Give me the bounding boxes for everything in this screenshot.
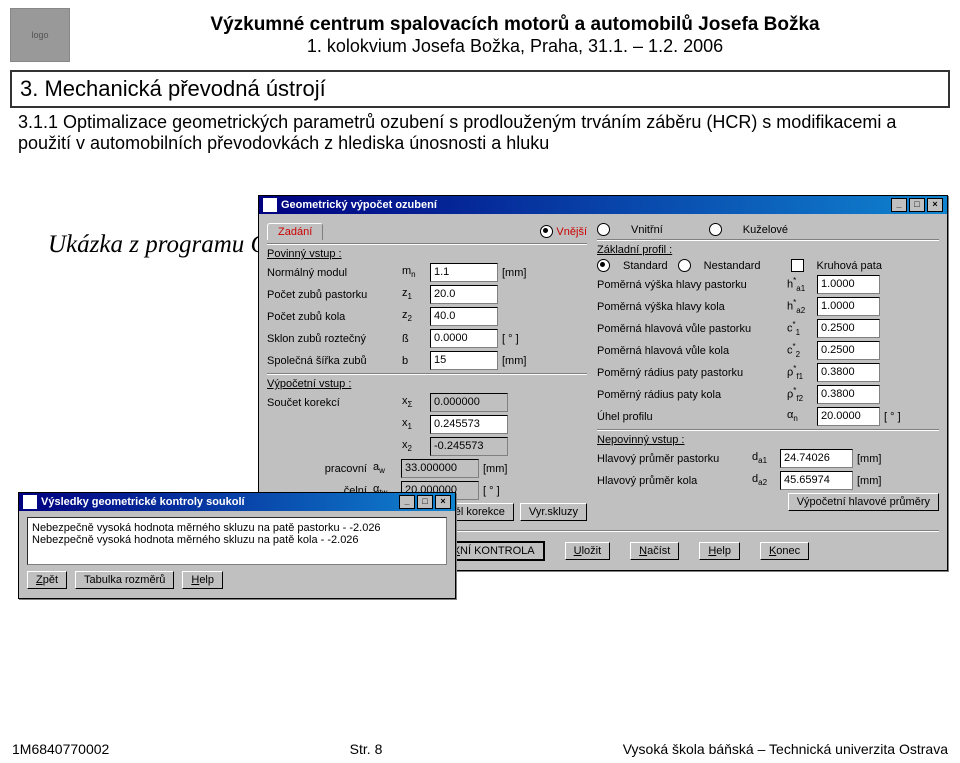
results-titlebar[interactable]: Výsledky geometrické kontroly soukolí _ … bbox=[19, 493, 455, 511]
btn-ulozit[interactable]: Uložit bbox=[565, 542, 611, 560]
tab-zadani[interactable]: Zadání bbox=[267, 223, 323, 240]
btn-nacist[interactable]: Načíst bbox=[630, 542, 679, 560]
close-button[interactable]: × bbox=[435, 495, 451, 509]
input-c2[interactable]: 0.2500 bbox=[817, 341, 880, 360]
btn-help-results[interactable]: Help bbox=[182, 571, 223, 589]
input-alphan[interactable]: 20.0000 bbox=[817, 407, 880, 426]
btn-vyr-skluzy[interactable]: Vyr.skluzy bbox=[520, 503, 587, 521]
main-titlebar[interactable]: Geometrický výpočet ozubení _ □ × bbox=[259, 196, 947, 214]
close-button[interactable]: × bbox=[927, 198, 943, 212]
btn-zpet[interactable]: Zpět bbox=[27, 571, 67, 589]
radio-vnitrni[interactable] bbox=[597, 223, 610, 236]
subsection-text: 3.1.1 Optimalizace geometrických paramet… bbox=[18, 112, 942, 154]
app-icon bbox=[23, 495, 37, 509]
povinny-vstup-label: Povinný vstup : bbox=[267, 248, 587, 260]
input-x2[interactable]: -0.245573 bbox=[430, 437, 508, 456]
minimize-button[interactable]: _ bbox=[399, 495, 415, 509]
radio-nestandard[interactable] bbox=[678, 259, 691, 272]
zakladni-profil-label: Základní profil : bbox=[597, 244, 939, 256]
results-window-title: Výsledky geometrické kontroly soukolí bbox=[41, 496, 245, 508]
radio-vnejsi[interactable] bbox=[540, 225, 553, 238]
input-da2[interactable]: 45.65974 bbox=[780, 471, 853, 490]
input-c1[interactable]: 0.2500 bbox=[817, 319, 880, 338]
input-z1[interactable]: 20.0 bbox=[430, 285, 498, 304]
input-z2[interactable]: 40.0 bbox=[430, 307, 498, 326]
header-title: Výzkumné centrum spalovacích motorů a au… bbox=[80, 14, 950, 36]
results-window: Výsledky geometrické kontroly soukolí _ … bbox=[18, 492, 456, 599]
input-b[interactable]: 15 bbox=[430, 351, 498, 370]
input-rf1[interactable]: 0.3800 bbox=[817, 363, 880, 382]
btn-help[interactable]: Help bbox=[699, 542, 740, 560]
input-rf2[interactable]: 0.3800 bbox=[817, 385, 880, 404]
section-title: 3. Mechanická převodná ústrojí bbox=[10, 70, 950, 108]
app-icon bbox=[263, 198, 277, 212]
results-line-2: Nebezpečně vysoká hodnota měrného skluzu… bbox=[32, 534, 442, 546]
footer-mid: Str. 8 bbox=[350, 741, 383, 757]
input-aw[interactable]: 33.000000 bbox=[401, 459, 479, 478]
logo-image: logo bbox=[10, 8, 70, 62]
check-kruhova-pata[interactable] bbox=[791, 259, 804, 272]
input-x1[interactable]: 0.245573 bbox=[430, 415, 508, 434]
footer-left: 1M6840770002 bbox=[12, 741, 109, 757]
btn-tabulka-rozmeru[interactable]: Tabulka rozměrů bbox=[75, 571, 174, 589]
input-ha1[interactable]: 1.0000 bbox=[817, 275, 880, 294]
radio-kuzelove[interactable] bbox=[709, 223, 722, 236]
radio-standard[interactable] bbox=[597, 259, 610, 272]
minimize-button[interactable]: _ bbox=[891, 198, 907, 212]
footer-right: Vysoká škola báňská – Technická univerzi… bbox=[623, 741, 948, 757]
maximize-button[interactable]: □ bbox=[417, 495, 433, 509]
maximize-button[interactable]: □ bbox=[909, 198, 925, 212]
header-subtitle: 1. kolokvium Josefa Božka, Praha, 31.1. … bbox=[80, 36, 950, 57]
results-line-1: Nebezpečně vysoká hodnota měrného skluzu… bbox=[32, 522, 442, 534]
input-mn[interactable]: 1.1 bbox=[430, 263, 498, 282]
input-beta[interactable]: 0.0000 bbox=[430, 329, 498, 348]
vypocetni-vstup-label: Výpočetní vstup : bbox=[267, 378, 587, 390]
page-header: logo Výzkumné centrum spalovacích motorů… bbox=[0, 0, 960, 62]
page-footer: 1M6840770002 Str. 8 Vysoká škola báňská … bbox=[0, 741, 960, 757]
input-xsum[interactable]: 0.000000 bbox=[430, 393, 508, 412]
main-window-title: Geometrický výpočet ozubení bbox=[281, 199, 437, 211]
input-ha2[interactable]: 1.0000 bbox=[817, 297, 880, 316]
btn-konec[interactable]: Konec bbox=[760, 542, 809, 560]
input-da1[interactable]: 24.74026 bbox=[780, 449, 853, 468]
btn-vypocetni-hlavove[interactable]: Výpočetní hlavové průměry bbox=[788, 493, 939, 511]
nepovinny-vstup-label: Nepovinný vstup : bbox=[597, 434, 939, 446]
